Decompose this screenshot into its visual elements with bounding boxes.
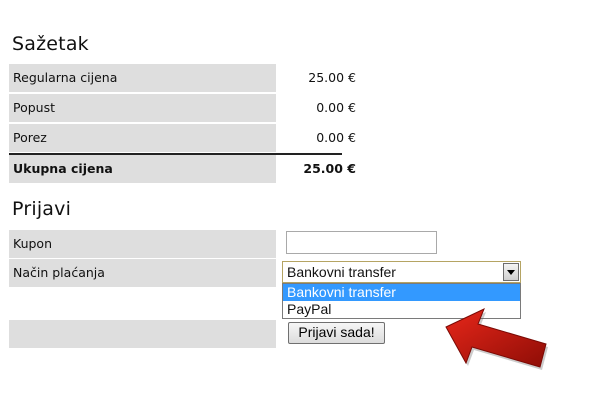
submit-row-spacer [9,320,276,348]
row-value: 0.00 € [316,130,356,145]
coupon-label: Kupon [9,230,276,258]
total-value: 25.00 € [303,161,356,176]
chevron-down-icon[interactable] [503,263,519,281]
payment-method-select[interactable]: Bankovni transfer [282,261,521,283]
payment-option-bank-transfer[interactable]: Bankovni transfer [283,284,520,301]
row-value: 0.00 € [316,100,356,115]
payment-selected-value: Bankovni transfer [287,264,396,280]
coupon-input[interactable] [286,231,437,254]
summary-title: Sažetak [12,33,89,55]
submit-button[interactable]: Prijavi sada! [288,322,385,344]
payment-method-label: Način plaćanja [9,259,276,287]
row-value: 25.00 € [308,70,356,85]
checkout-title: Prijavi [12,198,72,220]
red-arrow-icon [445,308,548,370]
